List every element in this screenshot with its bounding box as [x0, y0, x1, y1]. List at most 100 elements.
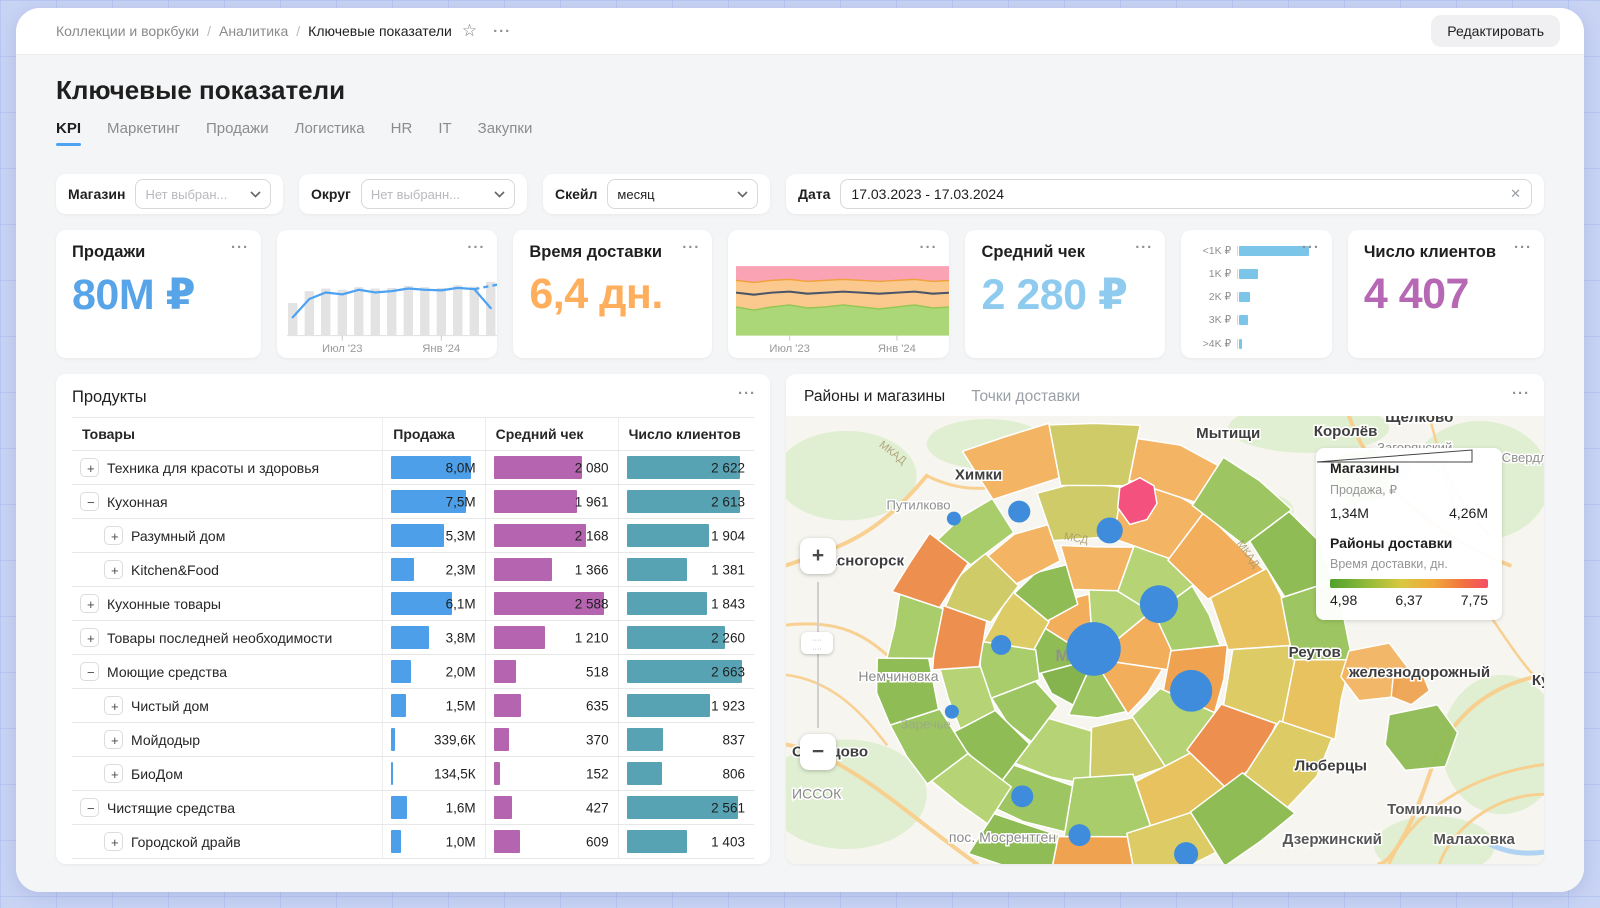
store-marker[interactable] — [991, 635, 1011, 655]
tab-закупки[interactable]: Закупки — [478, 120, 533, 150]
product-name: Разумный дом — [131, 528, 225, 544]
table-row: +БиоДом134,5К152806 — [72, 757, 754, 791]
tab-label: Логистика — [295, 120, 365, 137]
store-marker[interactable] — [1140, 585, 1178, 623]
tab-kpi[interactable]: KPI — [56, 120, 81, 150]
collapse-toggle[interactable]: − — [80, 662, 99, 681]
store-marker[interactable] — [945, 705, 959, 719]
more-menu-icon[interactable]: ··· — [1512, 386, 1530, 401]
sales-bar-cell: 3,8М — [382, 621, 484, 654]
zoom-in-button[interactable]: + — [800, 538, 836, 574]
hist-bar-track — [1237, 339, 1320, 349]
edit-button[interactable]: Редактировать — [1431, 15, 1560, 47]
zoom-slider-track[interactable] — [817, 582, 819, 728]
collapse-toggle[interactable]: − — [80, 798, 99, 817]
expand-toggle[interactable]: + — [104, 526, 123, 545]
check-value: 635 — [586, 698, 609, 713]
hist-bar — [1239, 246, 1308, 256]
shop-select[interactable]: Нет выбран... — [135, 179, 271, 209]
store-marker[interactable] — [947, 512, 961, 526]
breadcrumb-item[interactable]: Аналитика — [219, 23, 288, 39]
more-menu-icon[interactable]: ··· — [738, 386, 756, 401]
tab-it[interactable]: IT — [438, 120, 451, 150]
column-header[interactable]: Средний чек — [485, 418, 618, 450]
map-tab-2[interactable]: Точки доставки — [971, 388, 1080, 406]
svg-text:Янв '24: Янв '24 — [878, 343, 916, 355]
clients-bar-cell: 806 — [618, 757, 754, 790]
page-title: Ключевые показатели — [56, 55, 1544, 106]
tab-маркетинг[interactable]: Маркетинг — [107, 120, 180, 150]
store-marker[interactable] — [1008, 501, 1030, 523]
column-header[interactable]: Продажа — [382, 418, 484, 450]
expand-toggle[interactable]: + — [104, 764, 123, 783]
kpi-avg-check-label: Средний чек — [981, 243, 1149, 262]
clear-date-icon[interactable]: ✕ — [1510, 186, 1521, 202]
tab-hr[interactable]: HR — [391, 120, 413, 150]
expand-toggle[interactable]: + — [104, 560, 123, 579]
kpi-sales-tile: Продажи 80М ₽ ··· — [56, 230, 261, 358]
expand-toggle[interactable]: + — [104, 832, 123, 851]
clients-value: 1 923 — [711, 698, 745, 713]
more-menu-icon[interactable]: ··· — [919, 240, 937, 255]
kpi-delivery-tile: Время доставки 6,4 дн. ··· — [513, 230, 712, 358]
kpi-delivery-trend-tile: Июл '23Янв '24 ··· — [728, 230, 949, 358]
more-menu-icon[interactable]: ··· — [682, 240, 700, 255]
district-select[interactable]: Нет выбранн... — [361, 179, 515, 209]
store-marker[interactable] — [1097, 518, 1123, 544]
expand-toggle[interactable]: + — [80, 594, 99, 613]
store-marker[interactable] — [1068, 824, 1090, 846]
clients-bar-cell: 2 561 — [618, 791, 754, 824]
tab-продажи[interactable]: Продажи — [206, 120, 269, 150]
check-value: 2 168 — [575, 528, 609, 543]
sales-bar-cell: 5,3М — [382, 519, 484, 552]
tab-label: IT — [438, 120, 451, 137]
store-marker[interactable] — [1011, 785, 1033, 807]
expand-toggle[interactable]: + — [80, 458, 99, 477]
sales-value: 8,0М — [446, 460, 476, 475]
column-header[interactable]: Число клиентов — [618, 418, 754, 450]
sales-bar — [391, 830, 401, 853]
clients-bar — [627, 558, 687, 581]
scale-select[interactable]: месяц — [607, 179, 758, 209]
more-menu-icon[interactable]: ··· — [1302, 240, 1320, 255]
product-name: Чистящие средства — [107, 800, 235, 816]
sales-bar-cell: 1,5М — [382, 689, 484, 722]
expand-toggle[interactable]: + — [80, 628, 99, 647]
more-menu-icon[interactable]: ··· — [1135, 240, 1153, 255]
favorite-star-icon[interactable]: ☆ — [462, 21, 477, 41]
tab-label: HR — [391, 120, 413, 137]
store-marker[interactable] — [1170, 670, 1212, 712]
expand-toggle[interactable]: + — [104, 730, 123, 749]
more-menu-icon[interactable]: ··· — [467, 240, 485, 255]
check-bar — [494, 830, 520, 853]
clients-bar-cell: 1 381 — [618, 553, 754, 586]
tab-логистика[interactable]: Логистика — [295, 120, 365, 150]
clients-bar-cell: 1 923 — [618, 689, 754, 722]
sales-bar-cell: 1,6М — [382, 791, 484, 824]
date-range-input[interactable]: 17.03.2023 - 17.03.2024 ✕ — [840, 179, 1532, 209]
chevron-down-icon — [494, 191, 505, 198]
sales-value: 2,3М — [446, 562, 476, 577]
more-menu-icon[interactable]: ··· — [1514, 240, 1532, 255]
collapse-toggle[interactable]: − — [80, 492, 99, 511]
kpi-row: Продажи 80М ₽ ··· Июл '23Янв '24 ··· Вре… — [56, 230, 1544, 358]
zoom-slider-handle[interactable]: ···· ···· — [801, 632, 833, 654]
zoom-out-button[interactable]: − — [800, 734, 836, 770]
map-panel: Районы и магазины Точки доставки ··· Щёлк… — [786, 374, 1544, 864]
clients-value: 2 561 — [711, 800, 745, 815]
check-bar-cell: 152 — [485, 757, 618, 790]
expand-toggle[interactable]: + — [104, 696, 123, 715]
map-tab-1[interactable]: Районы и магазины — [804, 388, 945, 406]
breadcrumb-item[interactable]: Ключевые показатели — [308, 23, 452, 39]
clients-bar — [627, 694, 710, 717]
column-header[interactable]: Товары — [72, 418, 382, 450]
map-canvas[interactable]: ЩёлковоМытищиКоролёвЗагорянскийСвердлХим… — [786, 416, 1544, 864]
more-menu-icon[interactable]: ··· — [493, 24, 511, 39]
scale-select-value: месяц — [617, 187, 654, 202]
more-menu-icon[interactable]: ··· — [231, 240, 249, 255]
map-label: Реутов — [1289, 644, 1341, 661]
breadcrumb-item[interactable]: Коллекции и воркбуки — [56, 23, 199, 39]
store-marker[interactable] — [1066, 622, 1120, 676]
clients-value: 2 613 — [711, 494, 745, 509]
check-bar-cell: 370 — [485, 723, 618, 756]
